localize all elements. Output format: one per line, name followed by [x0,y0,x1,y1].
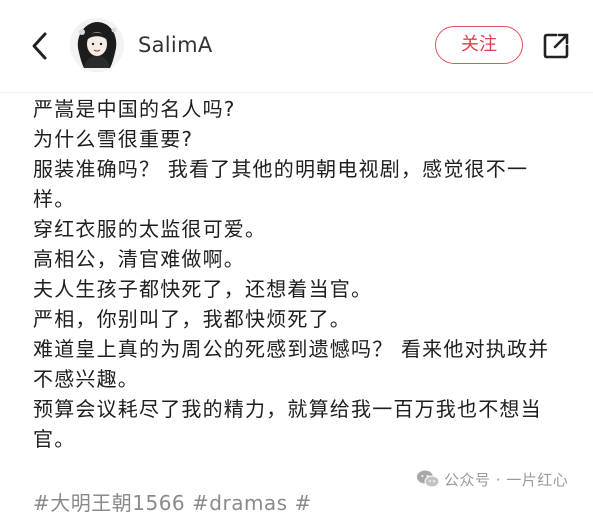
watermark-text: 公众号 · 一片红心 [444,470,569,489]
follow-button[interactable]: 关注 [435,26,523,64]
share-icon [543,33,569,59]
post-line: 高相公，清官难做啊。 [33,247,245,271]
top-bar: SalimA 关注 [0,0,593,92]
post-line: 预算会议耗尽了我的精力，就算给我一百万我也不想当官。 [33,397,542,451]
avatar-image [70,18,124,72]
post-line: 严相，你别叫了，我都快烦死了。 [33,307,351,331]
chevron-left-icon [32,32,47,60]
header-divider [0,92,593,93]
post-line: 难道皇上真的为周公的死感到遗憾吗？ 看来他对执政并不感兴趣。 [33,337,550,391]
watermark: 公众号 · 一片红心 [416,467,568,491]
post-line: 服装准确吗？ 我看了其他的明朝电视剧，感觉很不一样。 [33,157,529,211]
hashtag-line[interactable]: #大明王朝1566 #dramas # [33,488,433,518]
post-body: 严嵩是中国的名人吗? 为什么雪很重要? 服装准确吗？ 我看了其他的明朝电视剧，感… [33,94,563,454]
avatar[interactable] [70,18,124,72]
post-line: 为什么雪很重要? [33,127,194,151]
post-line: 严嵩是中国的名人吗? [33,97,236,121]
post-line: 夫人生孩子都快死了，还想着当官。 [33,277,373,301]
back-button[interactable] [28,30,52,62]
post-line: 穿红衣服的太监很可爱。 [33,217,267,241]
share-button[interactable] [541,31,571,61]
username[interactable]: SalimA [138,33,213,57]
wechat-icon [417,470,440,488]
